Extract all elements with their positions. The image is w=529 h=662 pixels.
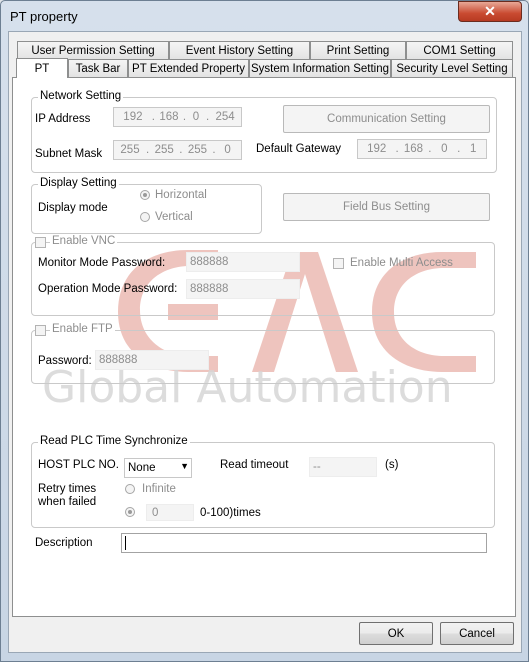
ip-octet-2: 168 — [159, 111, 179, 123]
retry-range-label: 0-100)times — [200, 507, 261, 519]
default-gateway-label: Default Gateway — [256, 143, 342, 155]
plc-sync-group — [31, 442, 495, 528]
ip-octet-1: 192 — [123, 111, 143, 123]
tab-security-level-setting[interactable]: Security Level Setting — [391, 59, 513, 77]
mask-octet-2: 255 — [154, 144, 174, 156]
default-gateway-field[interactable]: 192. 168. 0. 1 — [357, 139, 487, 159]
monitor-password-label: Monitor Mode Password: — [38, 257, 166, 269]
gateway-octet-2: 168 — [403, 143, 424, 155]
mask-octet-4: 0 — [224, 144, 231, 156]
vertical-label: Vertical — [155, 211, 193, 223]
description-input[interactable] — [121, 533, 487, 553]
retry-times-label: Retry times — [38, 483, 97, 495]
monitor-password-field[interactable]: 888888 — [186, 252, 300, 272]
mask-octet-1: 255 — [120, 144, 140, 156]
enable-ftp-label: Enable FTP — [50, 323, 115, 335]
ok-button[interactable]: OK — [359, 622, 433, 645]
tab-print-setting[interactable]: Print Setting — [310, 41, 406, 59]
ftp-password-label: Password: — [38, 355, 92, 367]
gateway-octet-3: 0 — [441, 143, 448, 155]
text-cursor — [125, 536, 126, 550]
network-setting-legend: Network Setting — [38, 90, 124, 102]
host-plc-value: None — [128, 462, 156, 474]
close-icon: ✕ — [484, 3, 496, 19]
subnet-mask-field[interactable]: 255. 255. 255. 0 — [113, 140, 242, 160]
communication-setting-button[interactable]: Communication Setting — [283, 105, 490, 133]
horizontal-radio[interactable] — [140, 190, 150, 200]
display-setting-legend: Display Setting — [38, 177, 119, 189]
horizontal-label: Horizontal — [155, 189, 207, 201]
infinite-label: Infinite — [142, 483, 176, 495]
infinite-radio[interactable] — [125, 484, 135, 494]
read-timeout-field[interactable]: -- — [309, 457, 377, 477]
window-title: PT property — [10, 9, 78, 24]
ip-octet-4: 254 — [215, 111, 235, 123]
gateway-octet-4: 1 — [469, 143, 477, 155]
enable-vnc-label: Enable VNC — [50, 235, 118, 247]
field-bus-setting-button[interactable]: Field Bus Setting — [283, 193, 490, 221]
read-timeout-label: Read timeout — [220, 459, 289, 471]
enable-multi-access-label: Enable Multi Access — [350, 257, 453, 269]
tab-system-information-setting[interactable]: System Information Setting — [249, 59, 391, 77]
tab-pt-extended-property[interactable]: PT Extended Property — [128, 59, 249, 77]
cancel-button[interactable]: Cancel — [440, 622, 514, 645]
ip-address-field[interactable]: 192. 168. 0. 254 — [113, 107, 242, 127]
close-button[interactable]: ✕ — [458, 1, 522, 22]
subnet-mask-label: Subnet Mask — [35, 148, 103, 160]
chevron-down-icon: ▼ — [180, 461, 189, 471]
enable-ftp-checkbox[interactable] — [35, 325, 46, 336]
operation-password-field[interactable]: 888888 — [186, 279, 300, 299]
plc-sync-legend: Read PLC Time Synchronize — [38, 435, 190, 447]
gateway-octet-1: 192 — [367, 143, 387, 155]
host-plc-select[interactable]: None ▼ — [124, 458, 192, 478]
read-timeout-unit: (s) — [385, 459, 399, 471]
tab-task-bar[interactable]: Task Bar — [68, 59, 128, 77]
tab-event-history-setting[interactable]: Event History Setting — [169, 41, 310, 59]
host-plc-label: HOST PLC NO. — [38, 459, 119, 471]
tab-com1-setting[interactable]: COM1 Setting — [406, 41, 513, 59]
display-mode-label: Display mode — [38, 202, 108, 214]
retry-count-field[interactable]: 0 — [146, 504, 194, 521]
vertical-radio[interactable] — [140, 212, 150, 222]
enable-vnc-checkbox[interactable] — [35, 237, 46, 248]
operation-password-label: Operation Mode Password: — [38, 283, 178, 295]
ip-address-label: IP Address — [35, 113, 91, 125]
retry-count-radio[interactable] — [125, 507, 135, 517]
description-label: Description — [35, 537, 93, 549]
retry-when-failed-label: when failed — [38, 496, 97, 508]
ftp-password-field[interactable]: 888888 — [95, 350, 209, 370]
mask-octet-3: 255 — [187, 144, 207, 156]
enable-multi-access-checkbox[interactable] — [333, 258, 344, 269]
tab-user-permission-setting[interactable]: User Permission Setting — [17, 41, 169, 59]
tab-pt[interactable]: PT — [16, 58, 68, 78]
ip-octet-3: 0 — [192, 111, 200, 123]
